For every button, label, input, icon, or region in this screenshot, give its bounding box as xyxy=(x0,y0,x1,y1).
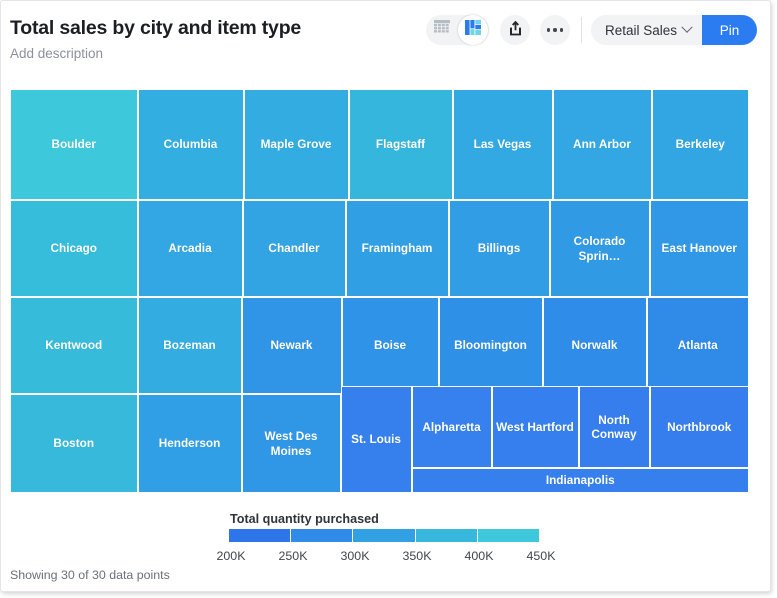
dataset-select[interactable]: Retail Sales xyxy=(591,15,702,45)
treemap-tile-label: Indianapolis xyxy=(546,473,615,487)
treemap-tile[interactable]: Ann Arbor xyxy=(553,89,652,200)
treemap-tile[interactable]: West Des Moines xyxy=(242,394,341,493)
treemap-tile[interactable]: Columbia xyxy=(138,89,244,200)
treemap-tile[interactable]: Arcadia xyxy=(138,200,243,297)
treemap-tile-label: Boise xyxy=(374,338,406,352)
treemap-tile-label: Northbrook xyxy=(667,420,731,434)
legend-swatch xyxy=(478,529,539,542)
treemap-tile[interactable]: Flagstaff xyxy=(349,89,453,200)
treemap-tile-label: Chicago xyxy=(50,241,97,255)
treemap-tile[interactable]: Billings xyxy=(449,200,550,297)
page-title: Total sales by city and item type xyxy=(10,17,301,40)
treemap-tile-label: Newark xyxy=(271,338,313,352)
treemap-tile[interactable]: Boston xyxy=(10,394,138,493)
treemap-tile-label: Berkeley xyxy=(676,137,725,151)
treemap-tile[interactable]: Newark xyxy=(242,297,342,394)
treemap-tile-label: Colorado Sprin… xyxy=(553,234,647,263)
treemap-tile[interactable]: St. Louis xyxy=(341,386,412,493)
treemap-tile-label: Ann Arbor xyxy=(573,137,631,151)
legend-title: Total quantity purchased xyxy=(230,512,379,526)
legend-swatch xyxy=(416,529,478,542)
table-icon xyxy=(434,20,450,40)
treemap-tile-label: West Hartford xyxy=(496,420,574,434)
share-button[interactable] xyxy=(500,15,530,45)
treemap-tile-label: Kentwood xyxy=(45,338,102,352)
treemap-tile-label: Boulder xyxy=(51,137,96,151)
treemap-tile[interactable]: Bloomington xyxy=(439,297,543,394)
view-mode-toggle xyxy=(426,15,489,45)
treemap-tile[interactable]: Framingham xyxy=(346,200,449,297)
description-placeholder[interactable]: Add description xyxy=(10,46,103,61)
dataset-pin-group: Retail Sales Pin xyxy=(591,15,757,45)
treemap-tile-label: West Des Moines xyxy=(245,429,338,458)
treemap-tile-label: Boston xyxy=(53,436,94,450)
treemap-tile-label: Arcadia xyxy=(168,241,211,255)
treemap-tile-label: Framingham xyxy=(362,241,433,255)
treemap-tile[interactable]: Northbrook xyxy=(650,386,750,468)
treemap-tile[interactable]: Chicago xyxy=(10,200,138,297)
treemap-tile-label: Maple Grove xyxy=(261,137,332,151)
treemap-tile[interactable]: North Conway xyxy=(579,386,650,468)
legend-tick-labels: 200K 250K 300K 350K 400K 450K xyxy=(1,549,770,565)
treemap-tile-label: East Hanover xyxy=(662,241,737,255)
legend-tick: 200K xyxy=(217,549,246,563)
dataset-label: Retail Sales xyxy=(605,23,677,38)
pin-button[interactable]: Pin xyxy=(702,15,757,45)
treemap-tile-label: Henderson xyxy=(159,436,221,450)
share-upload-icon xyxy=(508,20,523,41)
treemap-icon xyxy=(465,20,481,40)
status-text: Showing 30 of 30 data points xyxy=(10,568,170,582)
treemap-tile[interactable]: Henderson xyxy=(138,394,242,493)
legend-tick: 450K xyxy=(527,549,556,563)
legend-tick: 400K xyxy=(465,549,494,563)
legend-tick: 350K xyxy=(403,549,432,563)
treemap-tile-label: Las Vegas xyxy=(474,137,532,151)
treemap-tile-label: Flagstaff xyxy=(376,137,425,151)
treemap-tile-label: St. Louis xyxy=(351,432,401,446)
treemap-tile[interactable]: Maple Grove xyxy=(244,89,349,200)
treemap-tile[interactable]: Norwalk xyxy=(543,297,647,394)
treemap-tile[interactable]: Kentwood xyxy=(10,297,138,394)
treemap-chart: Boulder Columbia Maple Grove Flagstaff Las V… xyxy=(10,89,749,493)
legend-tick: 250K xyxy=(279,549,308,563)
legend-color-scale xyxy=(229,529,539,542)
treemap-tile[interactable]: Boise xyxy=(342,297,439,394)
treemap-tile-label: Bozeman xyxy=(163,338,215,352)
more-options-icon xyxy=(547,28,563,31)
card-header: Total sales by city and item type Add de… xyxy=(1,1,770,73)
chart-view-button[interactable] xyxy=(458,15,488,45)
treemap-tile[interactable]: Chandler xyxy=(243,200,346,297)
treemap-tile[interactable]: Atlanta xyxy=(647,297,750,394)
treemap-tile[interactable]: Alpharetta xyxy=(412,386,492,468)
legend-swatch xyxy=(291,529,353,542)
legend-tick: 300K xyxy=(341,549,370,563)
treemap-tile-label: Alpharetta xyxy=(422,420,480,434)
treemap-tile[interactable]: West Hartford xyxy=(492,386,579,468)
treemap-tile-label: Norwalk xyxy=(572,338,618,352)
treemap-tile-label: Bloomington xyxy=(454,338,527,352)
treemap-tile[interactable]: Boulder xyxy=(10,89,138,200)
chevron-down-icon xyxy=(681,22,692,33)
treemap-tile-label: Atlanta xyxy=(678,338,718,352)
treemap-tile[interactable]: Las Vegas xyxy=(453,89,553,200)
treemap-tile-label: Billings xyxy=(478,241,521,255)
toolbar-divider xyxy=(581,17,582,43)
treemap-tile[interactable]: Berkeley xyxy=(652,89,750,200)
more-options-button[interactable] xyxy=(540,15,570,45)
treemap-tile[interactable]: Colorado Sprin… xyxy=(550,200,650,297)
treemap-tile[interactable]: Bozeman xyxy=(138,297,242,394)
treemap-tile[interactable]: Indianapolis xyxy=(412,468,750,493)
legend-swatch xyxy=(353,529,415,542)
visualization-card: Total sales by city and item type Add de… xyxy=(0,0,771,592)
legend-swatch xyxy=(229,529,291,542)
treemap-tile-label: Columbia xyxy=(164,137,218,151)
treemap-tile[interactable]: East Hanover xyxy=(650,200,750,297)
treemap-tile-label: Chandler xyxy=(268,241,319,255)
table-view-button[interactable] xyxy=(427,15,457,45)
treemap-tile-label: North Conway xyxy=(582,413,647,442)
